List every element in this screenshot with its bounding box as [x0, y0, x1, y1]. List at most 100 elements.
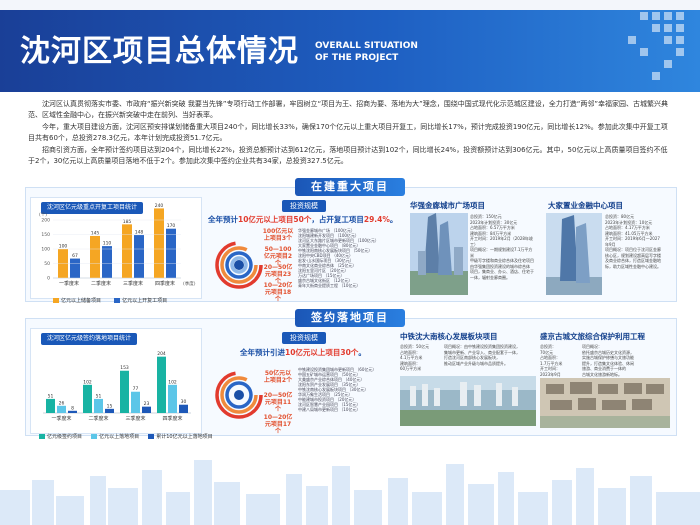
- ring-center: [234, 390, 244, 400]
- data-label: 26: [59, 400, 65, 406]
- tick-label: 二季度末: [91, 280, 111, 287]
- aerial-image-zhongtie: [400, 376, 536, 426]
- aerial-image-shengjing: [540, 378, 670, 428]
- bar: [154, 208, 164, 278]
- bar: [83, 384, 92, 413]
- chart-projects: 10067一季度末145110二季度末185148三季度末240170四季度末2…: [39, 203, 196, 287]
- bar: [90, 235, 100, 278]
- data-label: 153: [120, 365, 129, 371]
- tier-label-50plus: 50亿元以上项目2个: [263, 370, 293, 384]
- y-tick-label: 200: [41, 218, 50, 224]
- card-text-huaqiang: 总投资：150亿元 2023年计划投资：30亿元 占地面积：6.57万平方米 建筑面积…: [470, 214, 534, 280]
- bar: [94, 398, 103, 413]
- project-list-1: 华强金廊城市广场 （100亿元） 沈阳城建新开发项目 （100亿元） 沈河区大东…: [298, 228, 402, 288]
- intro-paragraph-1: 沈河区认真贯彻落实市委、市政府“振兴新突破 我要当先锋”专项行动工作部署，牢固树…: [28, 100, 668, 119]
- y-tick-label: 50: [44, 261, 50, 267]
- card-facts-shengjing: 总投资： 70亿元 占地面积： 1.7万平方米 开工时间： 2023年9月: [540, 344, 563, 377]
- bar: [157, 356, 166, 413]
- intro-paragraph-3: 招商引资方面，全年预计签约项目达到204个，同比增长22%，投资总额预计达到61…: [28, 146, 668, 165]
- card-title-zhongtie: 中铁沈大南核心发展板块项目: [400, 332, 498, 341]
- card-text-zhongtie: 项目概况：由中铁建设投资集团投资建设， 集城市更新、产业导入、商业配套于一体， 打造…: [444, 344, 520, 366]
- data-label: 67: [72, 253, 78, 259]
- bar: [142, 406, 151, 413]
- y-axis-label: (个): [39, 212, 47, 218]
- bar: [57, 405, 66, 413]
- data-label: 102: [83, 379, 92, 385]
- data-label: 15: [107, 403, 113, 409]
- card-title-huaqiang: 华强金廊城市广场项目: [410, 201, 485, 210]
- tick-label: 二季度末: [88, 415, 108, 422]
- city-skyline-decoration: [0, 460, 700, 525]
- data-label: 30: [181, 399, 187, 405]
- page-subtitle-en: OVERALL SITUATION OF THE PROJECT: [315, 40, 418, 64]
- tier-label-10-20: 10—20亿元项目18个: [263, 282, 293, 303]
- bar: [179, 404, 188, 413]
- tick-label: 一季度末: [51, 415, 71, 422]
- data-label: 110: [103, 241, 112, 247]
- tower-image-dajia: [546, 213, 602, 295]
- intro-paragraph-2: 今年，重大项目建设方面，沈河区预安排谋划储备重大项目240个，同比增长33%，确…: [28, 123, 668, 142]
- section-title-major-projects: 在建重大项目: [295, 178, 405, 196]
- bar: [120, 370, 129, 413]
- tick-label: 三季度末: [123, 280, 143, 287]
- subtitle-line-2: OF THE PROJECT: [315, 53, 399, 63]
- header-top-stripe: [0, 0, 700, 10]
- bar: [168, 384, 177, 413]
- bar: [105, 408, 114, 413]
- card-facts-zhongtie: 总投资：50亿元 占地面积： 4.1万平方米 建筑面积： 60万平方米: [400, 344, 430, 371]
- data-label: 185: [123, 219, 132, 225]
- legend-item: 亿元以上开复工项目: [114, 297, 167, 304]
- investment-ring-chart-1: [215, 241, 263, 289]
- data-label: 100: [59, 244, 68, 250]
- project-list-2: 中铁建设投资集团城市更新项目 （60亿元） 中国五矿城市运营项目 （50亿元） …: [298, 367, 402, 412]
- tick-label: 四季度末: [155, 280, 175, 287]
- investment-headline-1: 全年预计10亿元以上项目50个，占开复工项目29.4%。: [208, 215, 398, 224]
- investment-tag-2: 投资规模: [282, 332, 326, 344]
- chart-box-signed: 沈河区亿元级签约落地项目统计 51 26 8 一季度末 102 51 15 二季度末 153 77…: [30, 328, 213, 440]
- x-axis-label: (季度): [183, 280, 196, 287]
- bar: [134, 235, 144, 278]
- y-tick-label: 150: [41, 232, 50, 238]
- bar: [166, 228, 176, 278]
- data-label: 8: [71, 405, 74, 411]
- chart-legend-projects: 亿元以上储备项目 亿元以上开复工项目: [53, 287, 175, 306]
- tick-label: 四季度末: [162, 415, 182, 422]
- data-label: 170: [167, 223, 176, 229]
- data-label: 51: [96, 393, 102, 399]
- data-label: 102: [168, 379, 177, 385]
- legend-item: 亿元以上储备项目: [53, 297, 101, 304]
- investment-ring-chart-2: [215, 371, 263, 419]
- card-text-dajia: 总投资：80亿元 2023年计划投资：10亿元 占地面积：4.17万平方米 建筑面积：…: [605, 214, 661, 269]
- decorative-dot-pattern: [628, 12, 684, 80]
- data-label: 23: [144, 401, 150, 407]
- bar: [102, 246, 112, 278]
- bar: [122, 224, 132, 278]
- page-header: 沈河区项目总体情况 OVERALL SITUATION OF THE PROJE…: [0, 0, 700, 92]
- list-item: 中建八局城市更新项目 （10亿元）: [298, 407, 361, 412]
- investment-tag-1: 投资规模: [282, 200, 326, 212]
- tower-image-huaqiang: [410, 213, 468, 295]
- chart-box-projects: 沈河区亿元级重点开复工项目统计 100 67 一季度末 145 110 二季度末 185 14…: [30, 197, 202, 304]
- data-label: 51: [48, 393, 54, 399]
- card-title-shengjing: 盛京古城文旅综合保护利用工程: [540, 332, 645, 341]
- y-tick-label: 0: [47, 276, 50, 282]
- card-text-shengjing: 项目概况： 依托盛京古城历史文化资源， 实施古城保护修缮与文旅功能 提升，打造集文化体…: [582, 344, 634, 377]
- tier-label-20-50: 20—50亿元项目11个: [263, 392, 293, 413]
- tier-label-100plus: 100亿元以上项目3个: [262, 228, 294, 242]
- bar: [70, 258, 80, 278]
- data-label: 240: [155, 203, 164, 209]
- tick-label: 三季度末: [125, 415, 145, 422]
- card-title-dajia: 大家置业金融中心项目: [548, 201, 623, 210]
- page-title: 沈河区项目总体情况: [20, 34, 299, 69]
- data-label: 77: [133, 386, 139, 392]
- bar: [131, 391, 140, 413]
- ring-center: [234, 260, 244, 270]
- bar: [46, 398, 55, 413]
- data-label: 145: [91, 230, 100, 236]
- intro-text: 沈河区认真贯彻落实市委、市政府“振兴新突破 我要当先锋”专项行动工作部署，牢固树…: [28, 99, 672, 168]
- data-label: 204: [157, 351, 166, 357]
- investment-headline-2: 全年预计引进10亿元以上项目30个。: [240, 348, 366, 357]
- subtitle-line-1: OVERALL SITUATION: [315, 41, 418, 51]
- section-title-signed-projects: 签约落地项目: [295, 309, 405, 327]
- list-item: 青年大街商业提质工程 （10亿元）: [298, 283, 361, 288]
